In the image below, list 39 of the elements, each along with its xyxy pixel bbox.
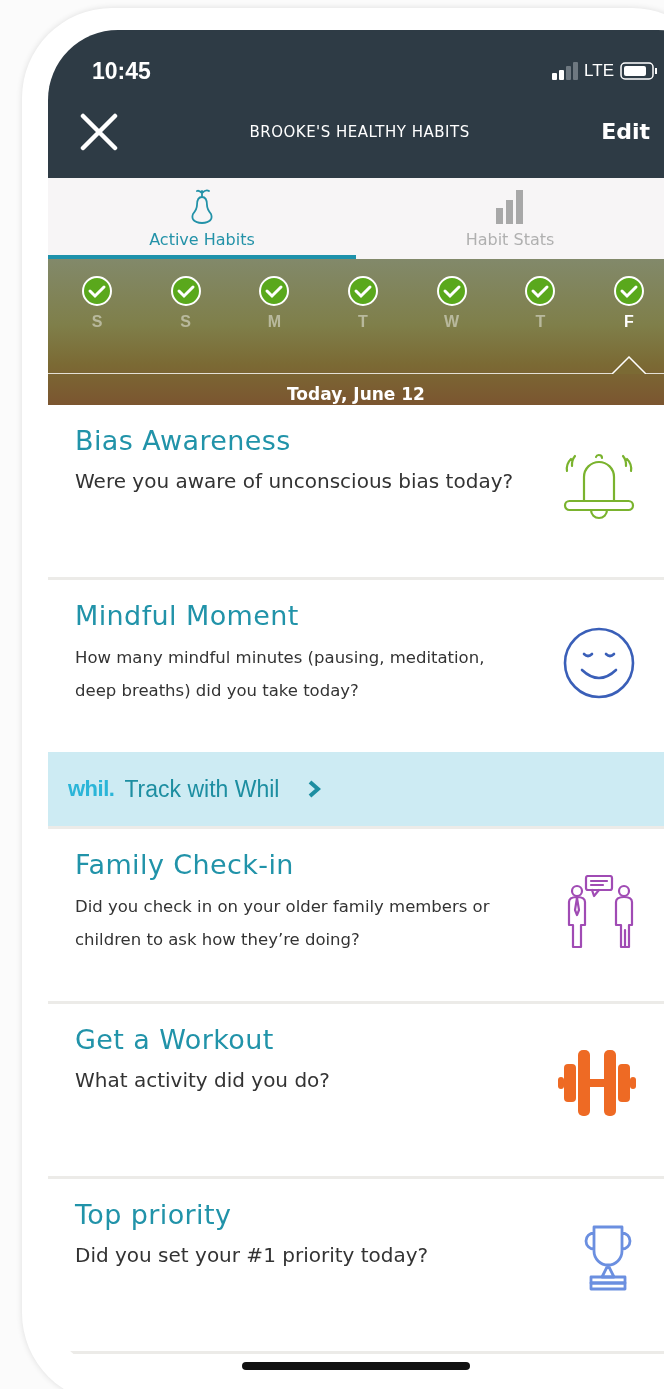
habit-title: Top priority [75,1199,233,1230]
habit-question: Did you check in on your older family members or children to ask how they’re doing? [75,896,491,951]
edit-button[interactable]: Edit [601,119,650,145]
habit-question: What activity did you do? [75,1067,331,1094]
check-circle-icon [346,275,379,308]
tab[interactable]: Habit Stats [356,177,664,260]
habit-title: Family Check-in [75,849,295,880]
habit-question: How many mindful minutes (pausing, meditation, deep breaths) did you take today? [75,647,486,702]
network-label: LTE [584,61,614,81]
day-button[interactable]: T [345,275,380,356]
track-link-button[interactable]: whil. Track with Whil [48,752,664,826]
battery-icon [620,62,658,80]
habit-title: Bias Awareness [75,425,292,456]
check-circle-icon [435,275,468,308]
habit-title: Mindful Moment [75,600,300,631]
day-button[interactable]: T [523,275,558,356]
signal-icon [552,62,579,80]
day-button[interactable]: M [257,275,292,356]
smiley-face-icon [562,626,636,700]
pear-icon [189,188,215,225]
chevron-right-icon [307,779,322,799]
check-circle-icon [169,275,202,308]
habit-title: Get a Workout [75,1024,275,1055]
close-button[interactable] [80,112,118,151]
status-time: 10:45 [92,57,151,85]
day-button[interactable]: W [434,275,469,356]
day-button[interactable]: S [168,275,203,356]
date-label: Today, June 12 [286,383,426,405]
habit-question: Were you aware of unconscious bias today? [75,468,515,495]
check-circle-icon [612,275,645,308]
screen-title: BROOKE'S HEALTHY HABITS [249,122,470,141]
check-circle-icon [258,275,291,308]
day-button[interactable]: F [611,275,646,356]
day-button[interactable]: S [80,275,114,356]
check-circle-icon [524,275,557,308]
check-circle-icon [81,275,113,308]
habit-question: Did you set your #1 priority today? [75,1242,430,1269]
dumbbell-icon [558,1050,636,1116]
bar-chart-icon [496,190,524,225]
